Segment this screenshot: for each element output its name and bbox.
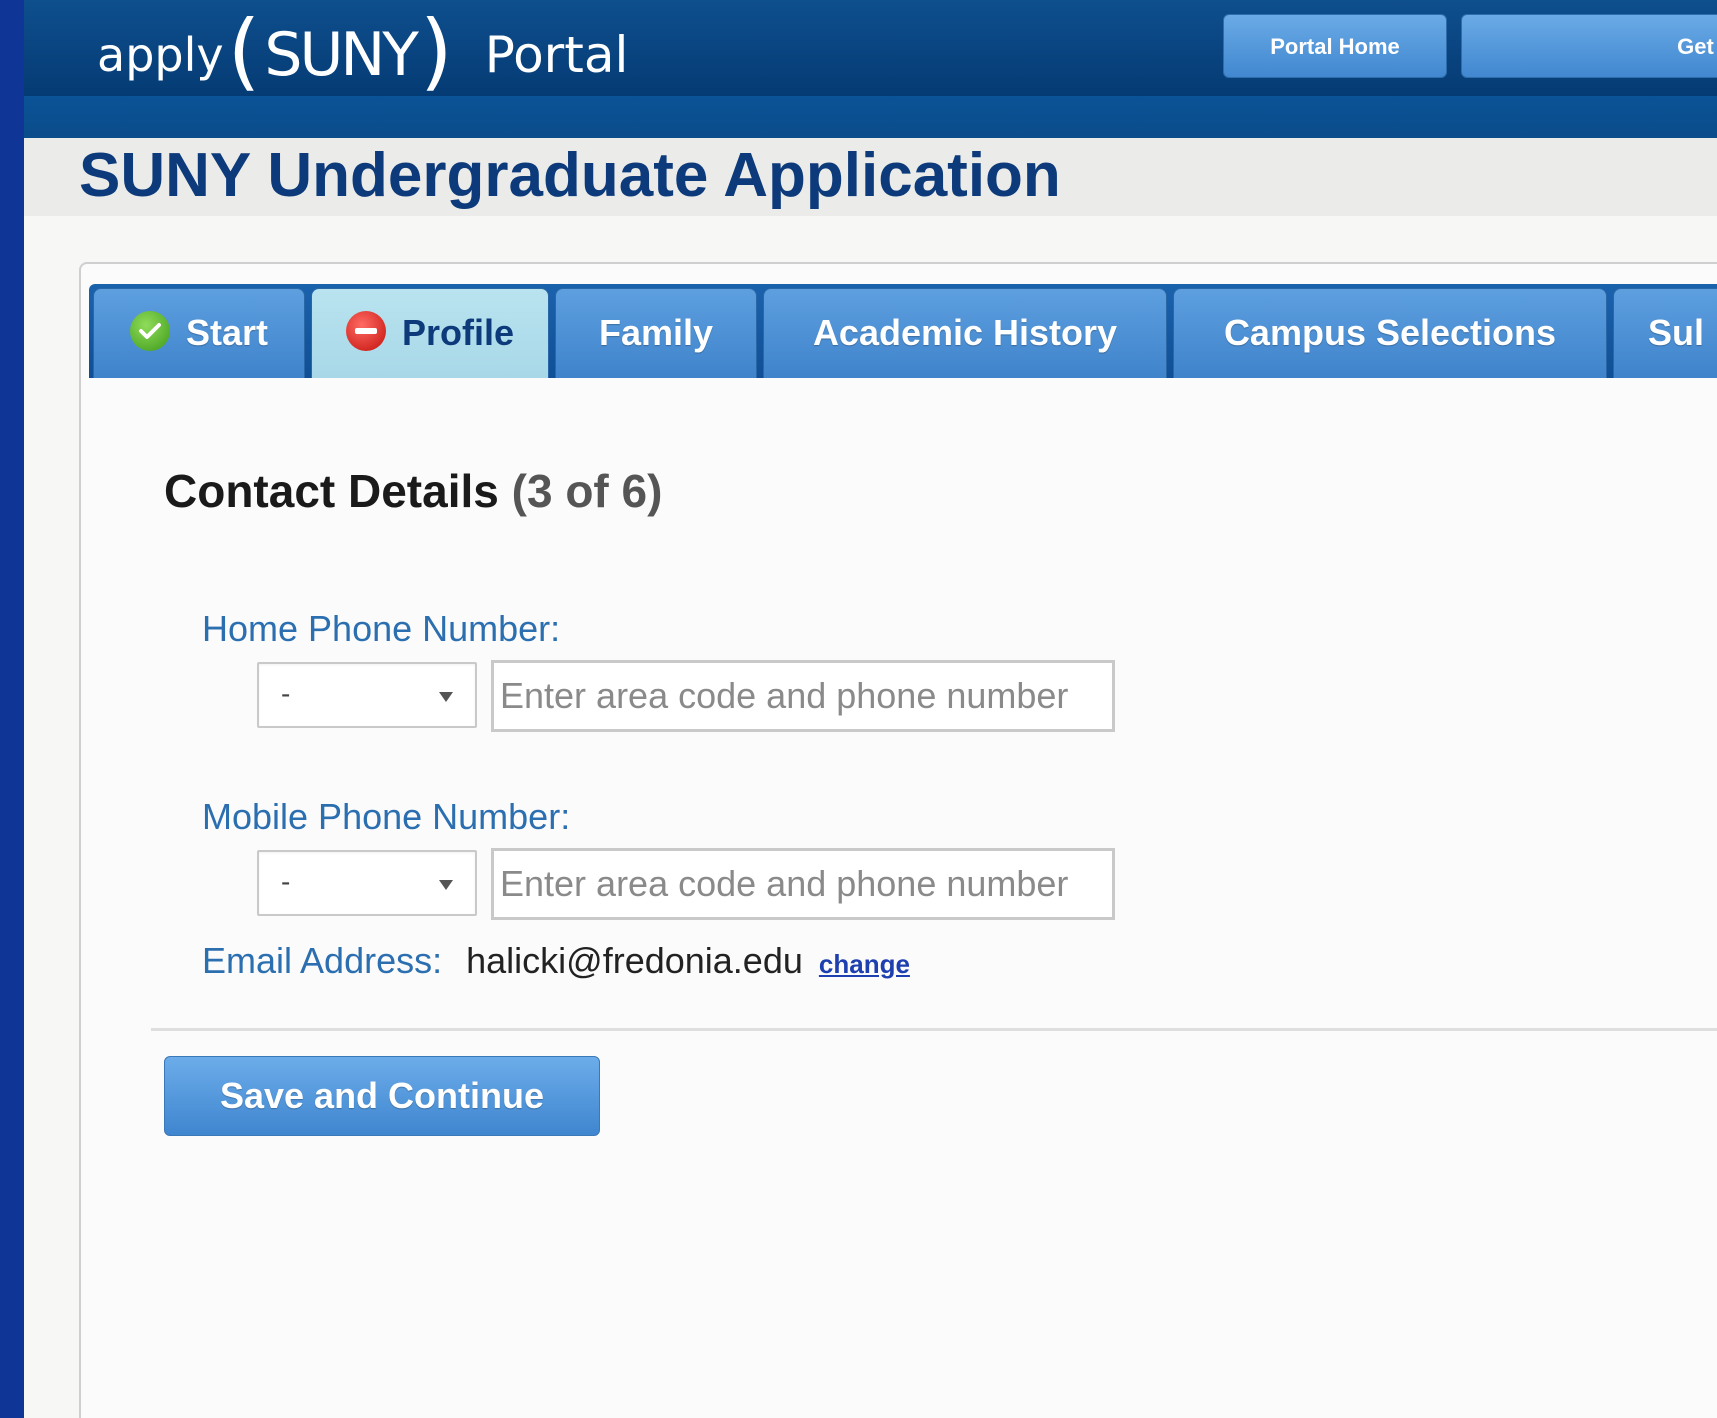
home-phone-input[interactable] [491,660,1115,732]
tab-submit[interactable]: Sul [1613,288,1717,378]
logo-portal-text: Portal [484,26,629,84]
portal-header: apply(SUNY) Portal Portal Home Get I [24,0,1717,100]
home-phone-country-select[interactable]: - [257,662,477,728]
section-title: Contact Details (3 of 6) [164,464,662,518]
tab-start-label: Start [185,312,269,353]
get-help-button[interactable]: Get I [1461,14,1717,78]
mobile-phone-country-value: - [281,866,291,897]
email-label: Email Address: [202,940,443,981]
tab-profile-label: Profile [401,312,515,353]
logo-apply-text: apply [97,28,224,82]
email-row: Email Address: halicki@fredonia.edu chan… [202,940,910,982]
tab-start[interactable]: Start [93,288,305,378]
apply-suny-portal-logo[interactable]: apply(SUNY) Portal [97,2,629,104]
tab-academic-history[interactable]: Academic History [763,288,1167,378]
home-phone-country-value: - [281,678,291,709]
mobile-phone-country-select[interactable]: - [257,850,477,916]
home-phone-label: Home Phone Number: [202,608,561,649]
tab-campus-selections[interactable]: Campus Selections [1173,288,1607,378]
mobile-phone-input[interactable] [491,848,1115,920]
check-circle-icon [129,311,170,352]
browser-screenshot: apply(SUNY) Portal Portal Home Get I SUNY… [24,0,1717,1418]
section-title-text: Contact Details [164,465,499,517]
tab-profile[interactable]: Profile [311,288,549,378]
application-panel: Start Profile Family Academic History Ca… [79,262,1717,1418]
portal-subheader [24,96,1717,140]
portal-home-button[interactable]: Portal Home [1223,14,1447,78]
tab-family[interactable]: Family [555,288,757,378]
email-value: halicki@fredonia.edu [466,940,803,981]
mobile-phone-label: Mobile Phone Number: [202,796,571,837]
error-circle-icon [345,311,386,352]
logo-paren-open: ( [227,2,261,100]
page-title: SUNY Undergraduate Application [79,141,1061,210]
form-divider [151,1028,1717,1031]
chevron-down-icon [439,880,453,890]
page-title-strip: SUNY Undergraduate Application [24,138,1717,216]
save-and-continue-button[interactable]: Save and Continue [164,1056,600,1136]
application-tabs: Start Profile Family Academic History Ca… [89,284,1717,378]
chevron-down-icon [439,692,453,702]
change-email-link[interactable]: change [819,949,910,979]
section-progress: (3 of 6) [511,465,663,517]
logo-suny-text: SUNY [264,20,419,90]
logo-paren-close: ) [419,2,453,100]
